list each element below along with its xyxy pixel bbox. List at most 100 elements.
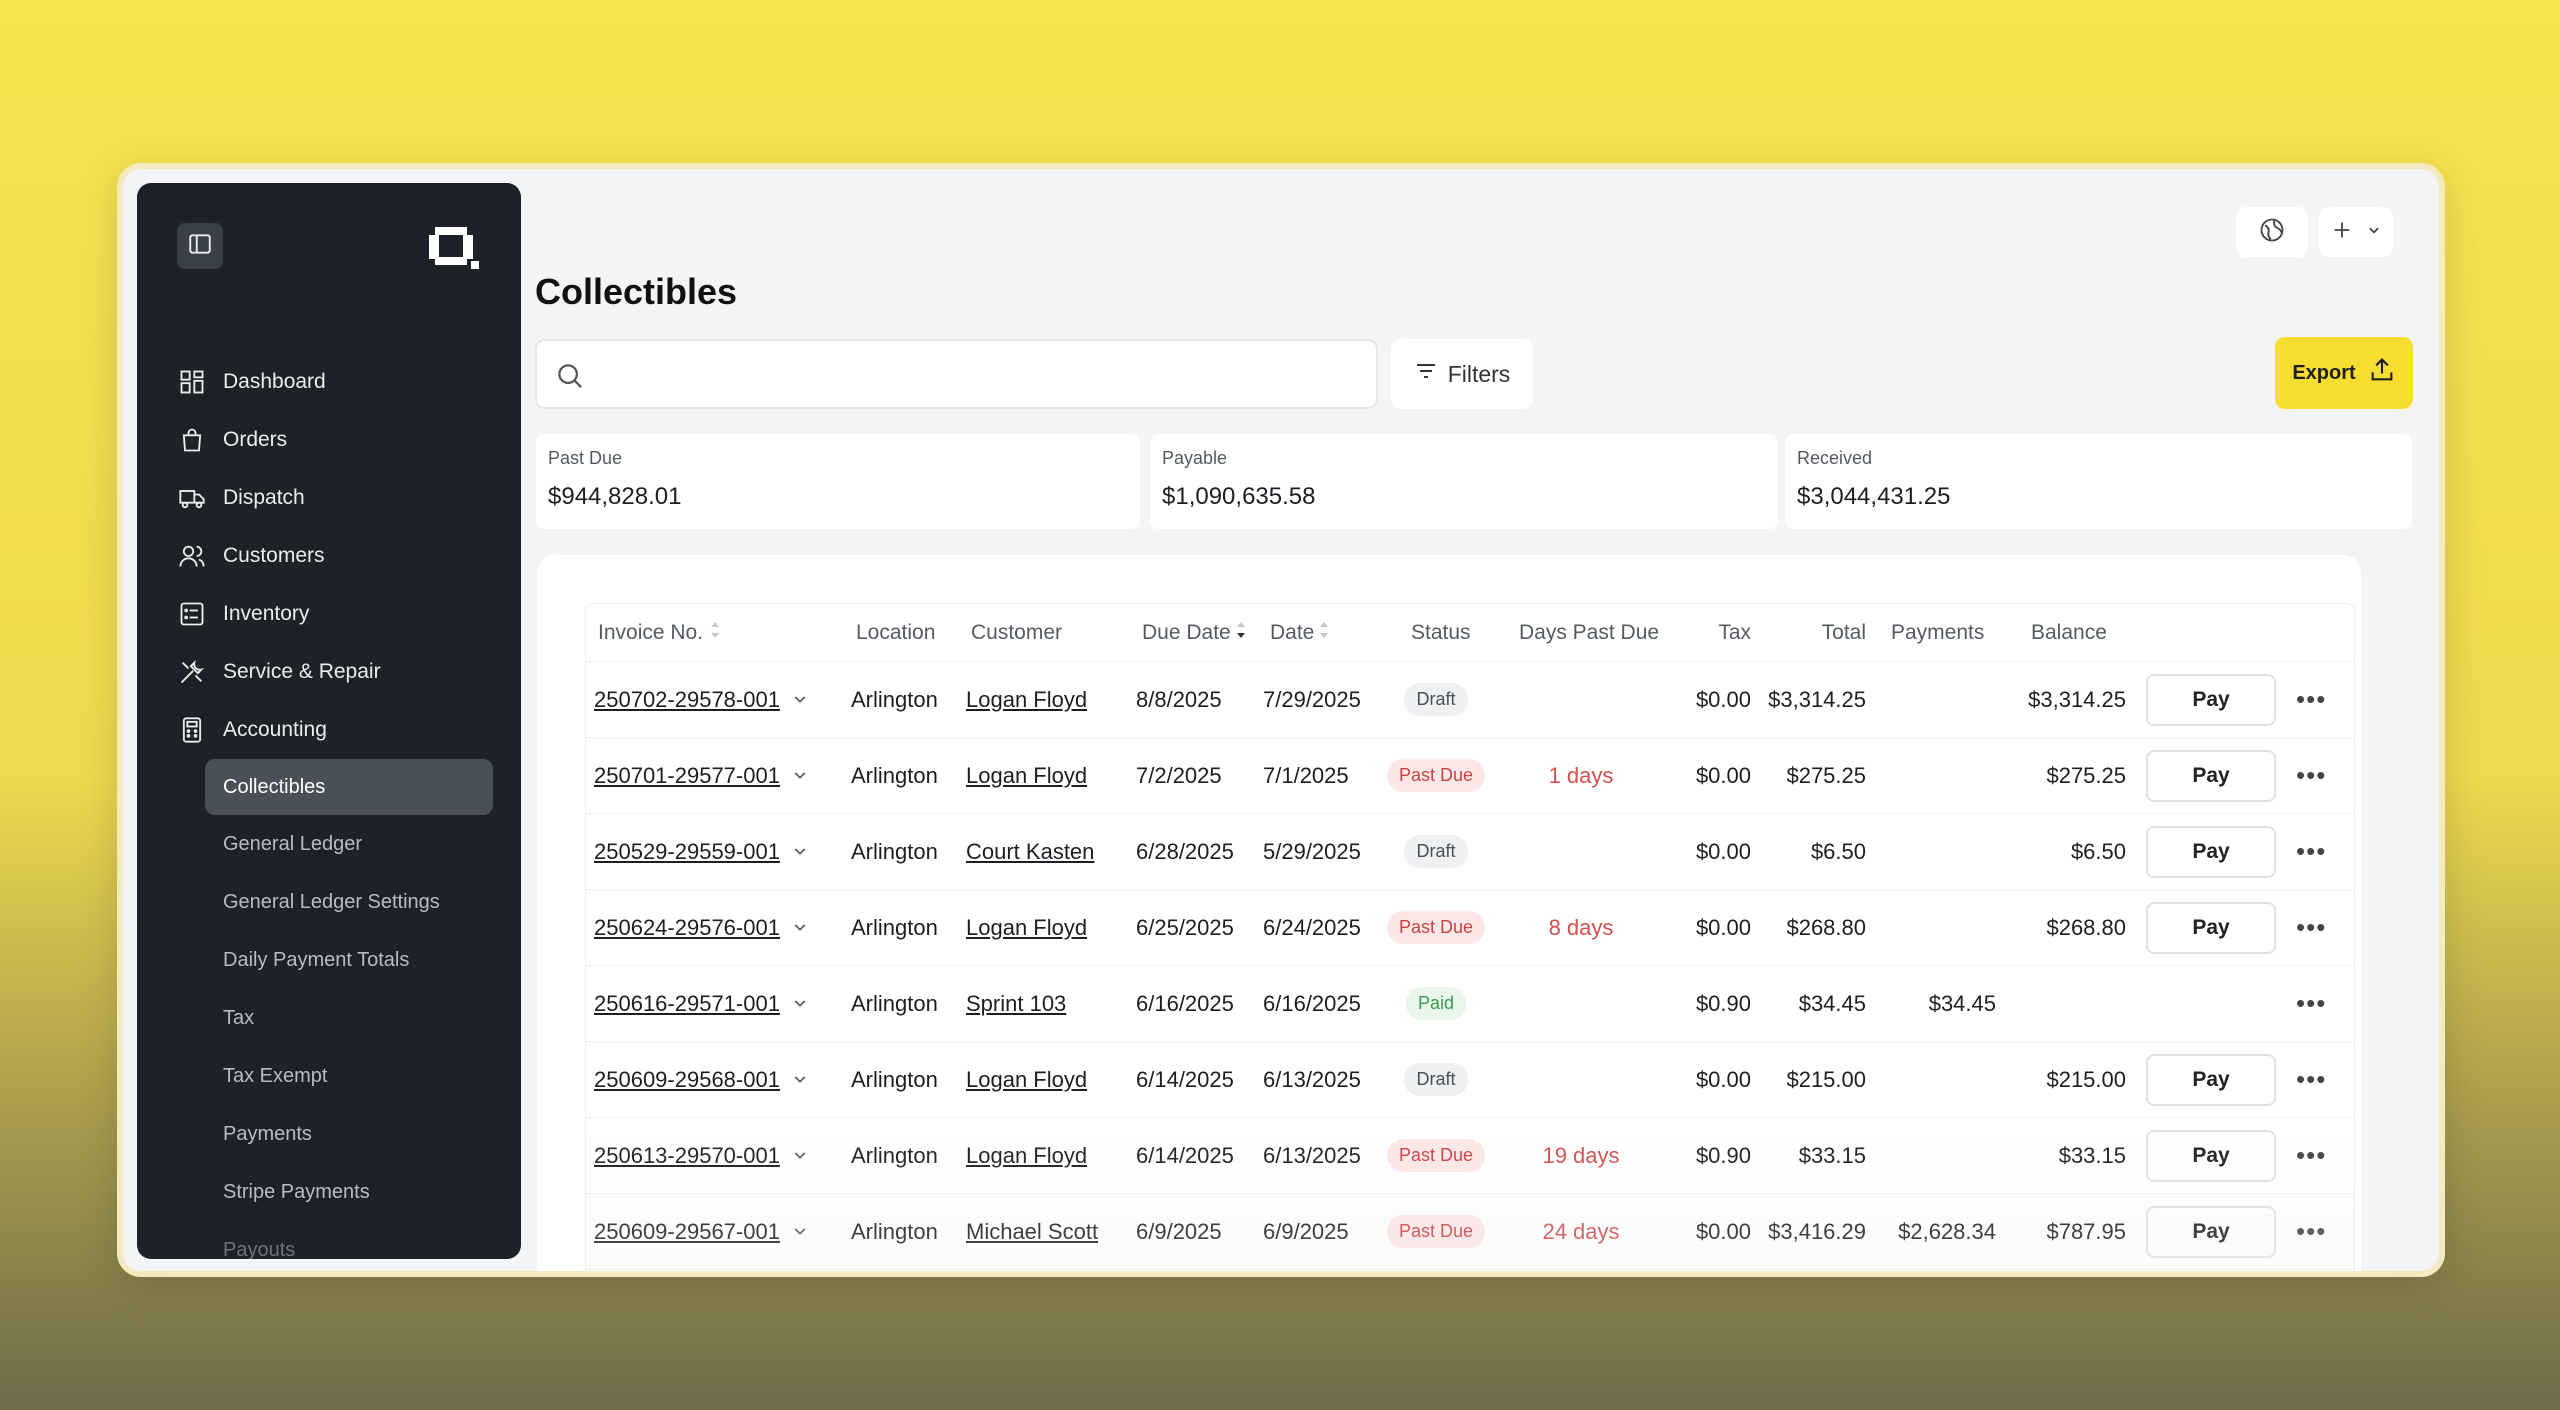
payments-cell (1866, 738, 1996, 813)
sidebar-subitem-daily-payment-totals[interactable]: Daily Payment Totals (205, 931, 493, 989)
more-options-icon[interactable]: ••• (2296, 1140, 2326, 1171)
chevron-down-icon[interactable] (792, 687, 808, 713)
customer-link[interactable]: Logan Floyd (966, 915, 1087, 941)
tax-cell: $0.90 (1695, 990, 1751, 1016)
pay-button[interactable]: Pay (2146, 673, 2276, 726)
pay-button[interactable]: Pay (2146, 1053, 2276, 1106)
tools-icon (177, 657, 207, 687)
payments-cell (1866, 1118, 1996, 1193)
sidebar-item-accounting[interactable]: Accounting (177, 701, 507, 759)
chevron-down-icon[interactable] (792, 915, 808, 941)
sidebar-subitem-payments[interactable]: Payments (205, 1105, 493, 1163)
days-past-due-cell (1531, 1042, 1631, 1117)
stat-label: Payable (1162, 448, 1228, 468)
sidebar-subitem-tax[interactable]: Tax (205, 989, 493, 1047)
stat-past-due: Past Due $944,828.01 (536, 434, 1140, 529)
chevron-down-icon[interactable] (792, 1219, 808, 1245)
sort-icon (1318, 619, 1330, 647)
date-cell: 6/9/2025 (1263, 1218, 1349, 1244)
invoice-link[interactable]: 250701-29577-001 (594, 763, 780, 789)
sidebar-subitem-payouts[interactable]: Payouts (205, 1221, 493, 1260)
chevron-down-icon[interactable] (792, 1067, 808, 1093)
pay-button[interactable]: Pay (2146, 901, 2276, 954)
sidebar-subitem-general-ledger-settings[interactable]: General Ledger Settings (205, 873, 493, 931)
pay-button[interactable]: Pay (2146, 825, 2276, 878)
total-cell: $268.80 (1786, 914, 1866, 940)
sidebar-item-dashboard[interactable]: Dashboard (177, 353, 507, 411)
pay-button[interactable]: Pay (2146, 749, 2276, 802)
sidebar-subitem-tax-exempt[interactable]: Tax Exempt (205, 1047, 493, 1105)
more-options-icon[interactable]: ••• (2296, 1216, 2326, 1247)
export-button[interactable]: Export (2275, 337, 2413, 409)
balance-cell: $787.95 (2046, 1218, 2126, 1244)
more-options-icon[interactable]: ••• (2296, 760, 2326, 791)
chevron-down-icon[interactable] (792, 1143, 808, 1169)
table-row: 250613-29570-001 Arlington Logan Floyd 6/14… (586, 1118, 2354, 1194)
more-options-icon[interactable]: ••• (2296, 912, 2326, 943)
invoice-link[interactable]: 250613-29570-001 (594, 1143, 780, 1169)
customer-link[interactable]: Logan Floyd (966, 1067, 1087, 1093)
add-menu-button[interactable] (2319, 207, 2393, 257)
more-options-icon[interactable]: ••• (2296, 684, 2326, 715)
status-badge: Paid (1405, 987, 1467, 1020)
invoice-link[interactable]: 250609-29567-001 (594, 1219, 780, 1245)
due-date-cell: 6/9/2025 (1136, 1218, 1222, 1244)
table-row: 250624-29576-001 Arlington Logan Floyd 6/25… (586, 890, 2354, 966)
plus-icon (2331, 219, 2353, 246)
customer-link[interactable]: Court Kasten (966, 839, 1094, 865)
total-cell: $3,314.25 (1768, 686, 1866, 712)
customer-link[interactable]: Michael Scott (966, 1219, 1098, 1245)
sidebar-item-dispatch[interactable]: Dispatch (177, 469, 507, 527)
header-due-date[interactable]: Due Date (1142, 604, 1247, 661)
upload-icon (2368, 356, 2396, 390)
search-input[interactable] (535, 339, 1378, 409)
stat-value: $3,044,431.25 (1797, 483, 1951, 510)
invoice-link[interactable]: 250702-29578-001 (594, 687, 780, 713)
header-status: Status (1411, 620, 1471, 644)
invoice-cell: 250624-29576-001 (594, 890, 808, 965)
invoice-link[interactable]: 250624-29576-001 (594, 915, 780, 941)
sidebar-item-customers[interactable]: Customers (177, 527, 507, 585)
more-options-icon[interactable]: ••• (2296, 836, 2326, 867)
total-cell: $3,416.29 (1768, 1218, 1866, 1244)
chevron-down-icon[interactable] (792, 839, 808, 865)
due-date-cell: 6/25/2025 (1136, 914, 1234, 940)
sidebar-subitem-collectibles[interactable]: Collectibles (205, 759, 493, 815)
filters-button[interactable]: Filters (1391, 339, 1533, 409)
date-cell: 7/1/2025 (1263, 762, 1349, 788)
table-row: 250702-29578-001 Arlington Logan Floyd 8/8/… (586, 662, 2354, 738)
list-icon (177, 599, 207, 629)
more-options-icon[interactable]: ••• (2296, 1064, 2326, 1095)
payments-cell (1866, 662, 1996, 737)
globe-button[interactable] (2236, 207, 2308, 257)
sidebar-item-orders[interactable]: Orders (177, 411, 507, 469)
chevron-down-icon[interactable] (792, 991, 808, 1017)
sidebar-item-service-repair[interactable]: Service & Repair (177, 643, 507, 701)
app-window: Dashboard Orders Dispatch Customers Inventor… (117, 163, 2445, 1277)
sidebar-subitem-stripe-payments[interactable]: Stripe Payments (205, 1163, 493, 1221)
header-invoice[interactable]: Invoice No. (598, 604, 721, 661)
customer-link[interactable]: Logan Floyd (966, 1143, 1087, 1169)
calculator-icon (177, 715, 207, 745)
customer-link[interactable]: Logan Floyd (966, 763, 1087, 789)
header-date[interactable]: Date (1270, 604, 1330, 661)
sidebar-toggle-button[interactable] (177, 223, 223, 269)
sidebar-subitem-general-ledger[interactable]: General Ledger (205, 815, 493, 873)
date-cell: 6/16/2025 (1263, 990, 1361, 1016)
invoice-table: Invoice No. Location Customer Due Date D… (585, 603, 2355, 1271)
total-cell: $34.45 (1798, 990, 1866, 1016)
customer-link[interactable]: Sprint 103 (966, 991, 1066, 1017)
chevron-down-icon[interactable] (792, 763, 808, 789)
customer-link[interactable]: Logan Floyd (966, 687, 1087, 713)
invoice-link[interactable]: 250609-29568-001 (594, 1067, 780, 1093)
pay-button[interactable]: Pay (2146, 1205, 2276, 1258)
days-past-due-cell: 8 days (1548, 914, 1614, 940)
location-cell: Arlington (851, 686, 938, 712)
invoice-link[interactable]: 250529-29559-001 (594, 839, 780, 865)
more-options-icon[interactable]: ••• (2296, 988, 2326, 1019)
days-past-due-cell (1531, 814, 1631, 889)
pay-button[interactable]: Pay (2146, 1129, 2276, 1182)
invoice-link[interactable]: 250616-29571-001 (594, 991, 780, 1017)
invoice-cell: 250613-29570-001 (594, 1118, 808, 1193)
sidebar-item-inventory[interactable]: Inventory (177, 585, 507, 643)
